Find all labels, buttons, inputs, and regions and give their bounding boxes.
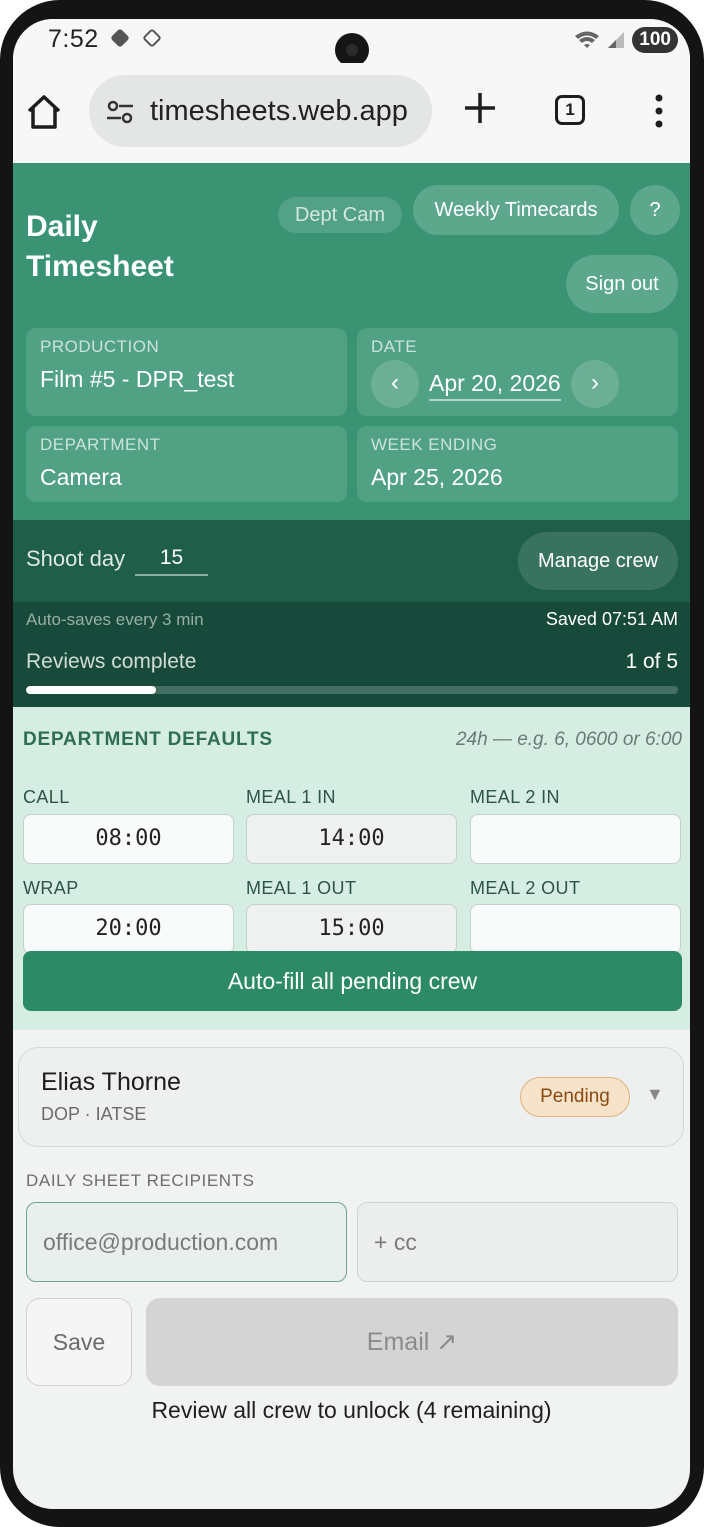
save-button[interactable]: Save <box>26 1298 132 1386</box>
meal1-out-time-input[interactable]: 15:00 <box>246 904 457 954</box>
more-menu-icon[interactable] <box>653 93 665 129</box>
crew-card[interactable]: Elias Thorne DOP · IATSE Pending ▼ <box>18 1047 684 1147</box>
phone-frame: 7:52 100 timesheets.web.app 1 Daily Time… <box>0 0 704 1527</box>
department-defaults-panel: DEPARTMENT DEFAULTS 24h — e.g. 6, 0600 o… <box>13 707 690 1030</box>
reviews-progress-fill <box>26 686 157 694</box>
signal-icon <box>608 32 625 48</box>
save-status-bar: Auto-saves every 3 min Saved 07:51 AM Re… <box>13 602 690 707</box>
status-bar: 7:52 100 <box>13 19 690 67</box>
meal2-out-time-input[interactable] <box>470 904 681 954</box>
wrap-label: WRAP <box>23 878 79 898</box>
shoot-day-label: Shoot day <box>26 546 126 571</box>
department-card: DEPARTMENT Camera <box>26 426 347 502</box>
manage-crew-button[interactable]: Manage crew <box>518 532 678 590</box>
home-icon[interactable] <box>25 93 63 131</box>
week-ending-value: Apr 25, 2026 <box>371 464 503 490</box>
defaults-hint: 24h — e.g. 6, 0600 or 6:00 <box>455 729 682 750</box>
recipient-email-input[interactable]: office@production.com <box>26 1202 347 1282</box>
production-value: Film #5 - DPR_test <box>40 366 235 392</box>
crew-name: Elias Thorne <box>41 1068 181 1096</box>
address-bar[interactable]: timesheets.web.app <box>89 75 432 147</box>
battery-indicator: 100 <box>632 27 678 53</box>
sign-out-button[interactable]: Sign out <box>566 255 678 313</box>
crew-role: DOP · IATSE <box>41 1104 147 1124</box>
notification-icon <box>143 29 161 47</box>
previous-day-button[interactable]: ‹ <box>371 360 419 408</box>
recipients-title: DAILY SHEET RECIPIENTS <box>26 1171 255 1190</box>
reviews-label: Reviews complete <box>26 650 197 673</box>
cc-email-input[interactable]: + cc <box>357 1202 678 1282</box>
date-label: DATE <box>371 337 418 356</box>
department-pill: Dept Cam <box>278 197 402 233</box>
status-time: 7:52 <box>48 25 99 53</box>
date-value[interactable]: Apr 20, 2026 <box>429 370 561 401</box>
week-ending-card: WEEK ENDING Apr 25, 2026 <box>357 426 678 502</box>
wrap-time-input[interactable]: 20:00 <box>23 904 234 954</box>
notification-icon <box>111 29 129 47</box>
autosave-text: Auto-saves every 3 min <box>26 610 204 629</box>
meal1-in-label: MEAL 1 IN <box>246 787 336 807</box>
department-label: DEPARTMENT <box>40 435 161 454</box>
tab-switcher-button[interactable]: 1 <box>555 95 585 125</box>
meal2-out-label: MEAL 2 OUT <box>470 878 581 898</box>
meal1-out-label: MEAL 1 OUT <box>246 878 357 898</box>
production-label: PRODUCTION <box>40 337 160 356</box>
front-camera <box>335 33 369 67</box>
production-card: PRODUCTION Film #5 - DPR_test <box>26 328 347 416</box>
department-value: Camera <box>40 464 122 490</box>
page-header: Daily Timesheet Dept Cam Weekly Timecard… <box>13 163 690 520</box>
page-title: Daily Timesheet <box>26 210 174 283</box>
weekly-timecards-button[interactable]: Weekly Timecards <box>413 185 619 235</box>
shoot-day-input[interactable]: 15 <box>135 542 208 576</box>
new-tab-icon[interactable] <box>463 91 497 125</box>
status-icons: 100 <box>574 27 678 53</box>
reviews-count: 1 of 5 <box>625 650 678 673</box>
browser-toolbar: timesheets.web.app 1 <box>13 63 690 163</box>
site-settings-icon[interactable] <box>105 99 135 125</box>
next-day-button[interactable]: › <box>571 360 619 408</box>
autofill-pending-crew-button[interactable]: Auto-fill all pending crew <box>23 951 682 1011</box>
unlock-message: Review all crew to unlock (4 remaining) <box>151 1397 552 1423</box>
meal1-in-time-input[interactable]: 14:00 <box>246 814 457 864</box>
url-text: timesheets.web.app <box>150 95 408 127</box>
meal2-in-label: MEAL 2 IN <box>470 787 560 807</box>
expand-chevron-icon[interactable]: ▼ <box>646 1084 664 1105</box>
screen: 7:52 100 timesheets.web.app 1 Daily Time… <box>13 19 690 1509</box>
meal2-in-time-input[interactable] <box>470 814 681 864</box>
wifi-icon <box>575 31 600 48</box>
email-button[interactable]: Email ↗ <box>146 1298 678 1386</box>
call-label: CALL <box>23 787 70 807</box>
call-time-input[interactable]: 08:00 <box>23 814 234 864</box>
shoot-day-bar: Shoot day 15 Manage crew Auto-saves ever… <box>13 520 690 707</box>
date-card: DATE ‹ Apr 20, 2026 › <box>357 328 678 416</box>
saved-timestamp: Saved 07:51 AM <box>545 609 678 629</box>
defaults-title: DEPARTMENT DEFAULTS <box>23 729 273 750</box>
status-badge: Pending <box>520 1077 630 1117</box>
reviews-progress-bar <box>26 686 678 694</box>
help-button[interactable]: ? <box>630 185 680 235</box>
week-ending-label: WEEK ENDING <box>371 435 498 454</box>
